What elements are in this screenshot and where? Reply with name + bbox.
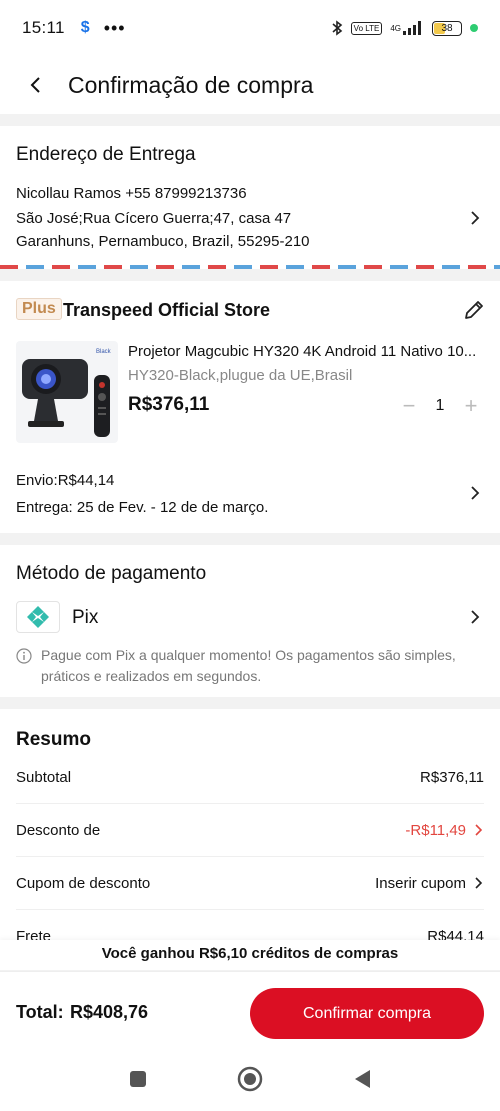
credits-banner: Você ganhou R$6,10 créditos de compras bbox=[0, 940, 500, 970]
shipping-cost: Envio:R$44,14 bbox=[16, 472, 115, 489]
info-icon bbox=[16, 648, 32, 664]
confirm-purchase-button[interactable]: Confirmar compra bbox=[250, 988, 484, 1039]
recipient-name-phone: Nicollau Ramos +55 87999213736 bbox=[16, 185, 247, 202]
summary-row-discount[interactable]: Desconto de -R$11,49 bbox=[16, 804, 484, 857]
total-label: Total: bbox=[16, 1002, 64, 1022]
page-header: Confirmação de compra bbox=[0, 56, 500, 114]
signal-icon: 4G bbox=[390, 21, 424, 35]
back-nav-icon[interactable] bbox=[352, 1068, 372, 1090]
store-card: Plus Transpeed Official Store Black Proj… bbox=[0, 281, 500, 533]
chevron-right-icon bbox=[475, 824, 483, 836]
recent-apps-icon[interactable] bbox=[128, 1069, 148, 1089]
payment-method-label[interactable]: Pix bbox=[72, 607, 98, 629]
shipping-options-chevron-icon[interactable] bbox=[470, 486, 480, 500]
product-image-tag: Black bbox=[96, 349, 112, 355]
page-title: Confirmação de compra bbox=[68, 71, 314, 98]
payment-chevron-icon[interactable] bbox=[470, 610, 480, 624]
summary-value: R$376,11 bbox=[420, 768, 484, 786]
chevron-right-icon bbox=[475, 877, 483, 889]
payment-method-card: Método de pagamento Pix Pague com Pix a … bbox=[0, 545, 500, 697]
checkout-bar: Total: R$408,76 Confirmar compra bbox=[0, 971, 500, 1047]
quantity-value[interactable]: 1 bbox=[425, 397, 455, 415]
system-navigation-bar bbox=[0, 1047, 500, 1111]
delivery-estimate: Entrega: 25 de Fev. - 12 de de março. bbox=[16, 499, 269, 516]
chevron-right-icon bbox=[471, 211, 480, 225]
status-time: 15:11 bbox=[22, 18, 65, 37]
airmail-divider bbox=[0, 265, 500, 269]
home-icon[interactable] bbox=[236, 1065, 264, 1093]
payment-note: Pague com Pix a qualquer momento! Os pag… bbox=[41, 647, 456, 684]
store-name[interactable]: Transpeed Official Store bbox=[63, 300, 270, 321]
address-street: São José;Rua Cícero Guerra;47, casa 47 bbox=[16, 210, 292, 227]
order-summary-card: Resumo Subtotal R$376,11 Desconto de -R$… bbox=[0, 709, 500, 969]
battery-icon: 38 bbox=[432, 20, 462, 36]
delivery-address-card[interactable]: Endereço de Entrega Nicollau Ramos +55 8… bbox=[0, 126, 500, 266]
plus-badge: Plus bbox=[16, 298, 62, 320]
pix-icon bbox=[16, 601, 60, 633]
address-city: Garanhuns, Pernambuco, Brazil, 55295-210 bbox=[16, 233, 310, 250]
summary-label: Subtotal bbox=[16, 768, 72, 786]
app-notification-icon: $ bbox=[80, 19, 90, 36]
summary-row-coupon[interactable]: Cupom de desconto Inserir cupom bbox=[16, 857, 484, 910]
chevron-left-icon bbox=[30, 77, 40, 93]
summary-heading: Resumo bbox=[16, 729, 91, 750]
more-notifications-icon: ••• bbox=[103, 17, 126, 38]
status-bar: 15:11 $ ••• Vo LTE 4G 38 bbox=[0, 0, 500, 56]
total-value: R$408,76 bbox=[70, 1002, 149, 1022]
increase-quantity-button[interactable]: + bbox=[458, 393, 484, 419]
back-button[interactable] bbox=[10, 56, 62, 114]
quantity-stepper: − 1 + bbox=[396, 391, 484, 421]
summary-row-subtotal: Subtotal R$376,11 bbox=[16, 751, 484, 804]
product-title[interactable]: Projetor Magcubic HY320 4K Android 11 Na… bbox=[128, 343, 488, 360]
product-price: R$376,11 bbox=[128, 394, 210, 415]
bluetooth-icon bbox=[331, 20, 343, 36]
summary-value: -R$11,49 bbox=[405, 821, 466, 839]
product-image[interactable]: Black bbox=[16, 341, 118, 443]
summary-label: Desconto de bbox=[16, 821, 101, 839]
volte-icon: Vo LTE bbox=[350, 21, 383, 35]
address-heading: Endereço de Entrega bbox=[16, 144, 196, 165]
edit-icon[interactable] bbox=[462, 298, 486, 322]
summary-label: Cupom de desconto bbox=[16, 874, 151, 892]
decrease-quantity-button[interactable]: − bbox=[396, 393, 422, 419]
privacy-indicator-icon bbox=[470, 24, 478, 32]
insert-coupon-link[interactable]: Inserir cupom bbox=[375, 875, 466, 892]
product-variant[interactable]: HY320-Black,plugue da UE,Brasil bbox=[128, 367, 352, 384]
payment-heading: Método de pagamento bbox=[16, 563, 207, 584]
